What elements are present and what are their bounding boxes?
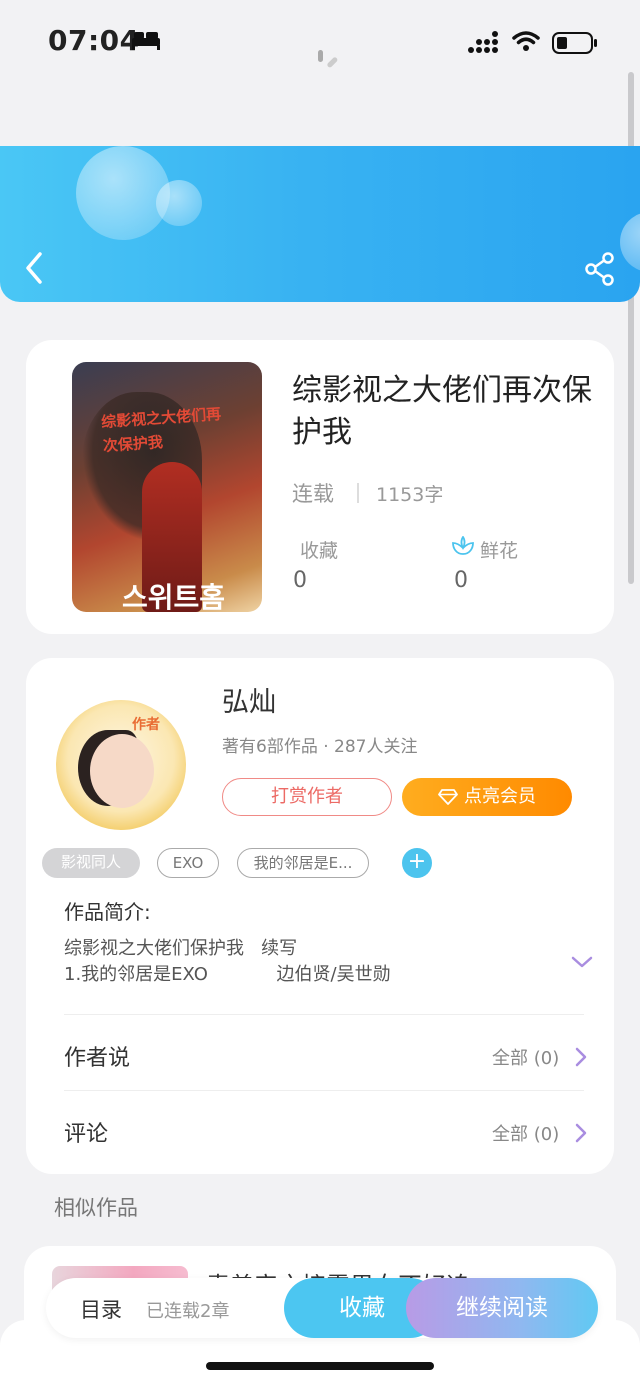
- author-meta: 著有6部作品 · 287人关注: [222, 737, 418, 757]
- flowers-label: 鲜花: [480, 540, 519, 562]
- battery-icon: [552, 32, 597, 54]
- back-button[interactable]: [20, 250, 50, 286]
- continue-reading-button[interactable]: 继续阅读: [406, 1278, 598, 1338]
- bottom-action-bar: 目录 已连载2章 收藏 继续阅读: [46, 1278, 598, 1338]
- chevron-right-icon: [575, 1123, 587, 1143]
- diamond-icon: [438, 789, 458, 805]
- tip-author-button[interactable]: 打赏作者: [222, 778, 392, 816]
- row-link[interactable]: 全部 (0): [492, 1120, 559, 1146]
- divider: [357, 483, 359, 503]
- row-link[interactable]: 全部 (0): [492, 1044, 559, 1070]
- chevron-right-icon: [575, 1047, 587, 1067]
- book-cover[interactable]: 综影视之大佬们再次保护我 스위트홈: [72, 362, 262, 612]
- header-banner: [0, 146, 640, 302]
- expand-chevron-icon[interactable]: [570, 954, 594, 970]
- author-name: 弘灿: [222, 687, 276, 718]
- book-info-card: 综影视之大佬们再次保护我 스위트홈 综影视之大佬们再次保护我 连载 1153字 …: [26, 340, 614, 634]
- table-of-contents-button[interactable]: 目录: [80, 1294, 122, 1324]
- status-time: 07:04: [48, 24, 140, 57]
- intro-title: 作品简介:: [64, 900, 151, 924]
- loading-icon: [318, 50, 338, 68]
- avatar-face: [90, 734, 154, 808]
- author-avatar[interactable]: 作者: [56, 700, 186, 830]
- tag-chip[interactable]: 我的邻居是E...: [237, 848, 369, 878]
- vip-button[interactable]: 点亮会员: [402, 778, 572, 816]
- book-title: 综影视之大佬们再次保护我: [292, 373, 592, 450]
- intro-line: 1.我的邻居是EXO 边伯贤/吴世勋: [64, 964, 391, 985]
- wifi-icon: [512, 31, 540, 51]
- status-bar: 07:04: [0, 0, 640, 90]
- similar-works-title: 相似作品: [54, 1196, 138, 1220]
- add-tag-button[interactable]: +: [402, 848, 432, 878]
- author-card: 作者 弘灿 著有6部作品 · 287人关注 打赏作者 点亮会员 影视同人 EXO…: [26, 658, 614, 1174]
- divider: [64, 1014, 584, 1015]
- row-title: 评论: [64, 1122, 109, 1147]
- flowers-value: 0: [454, 568, 468, 593]
- share-button[interactable]: [584, 252, 616, 286]
- sleep-mode-icon: [132, 32, 160, 50]
- decorative-bubble: [156, 180, 202, 226]
- decorative-bubble: [620, 212, 640, 272]
- book-word-count: 1153字: [376, 484, 444, 506]
- serial-status: 已连载2章: [146, 1301, 230, 1322]
- tag-chip[interactable]: 影视同人: [42, 848, 140, 878]
- home-indicator[interactable]: [206, 1362, 434, 1370]
- favorites-value: 0: [293, 568, 307, 593]
- cellular-signal-icon: [468, 31, 498, 53]
- intro-line: 综影视之大佬们保护我 续写: [64, 938, 298, 959]
- cover-brand: 스위트홈: [122, 581, 226, 612]
- cover-title: 综影视之大佬们再次保护我: [100, 404, 222, 456]
- tag-chip[interactable]: EXO: [157, 848, 219, 878]
- book-status: 连载: [292, 482, 334, 506]
- avatar-author-tag: 作者: [132, 717, 160, 733]
- flower-icon: [452, 536, 474, 555]
- favorites-label: 收藏: [300, 540, 339, 562]
- vip-button-label: 点亮会员: [464, 786, 536, 807]
- decorative-bubble: [76, 146, 170, 240]
- divider: [64, 1090, 584, 1091]
- row-title: 作者说: [64, 1046, 131, 1071]
